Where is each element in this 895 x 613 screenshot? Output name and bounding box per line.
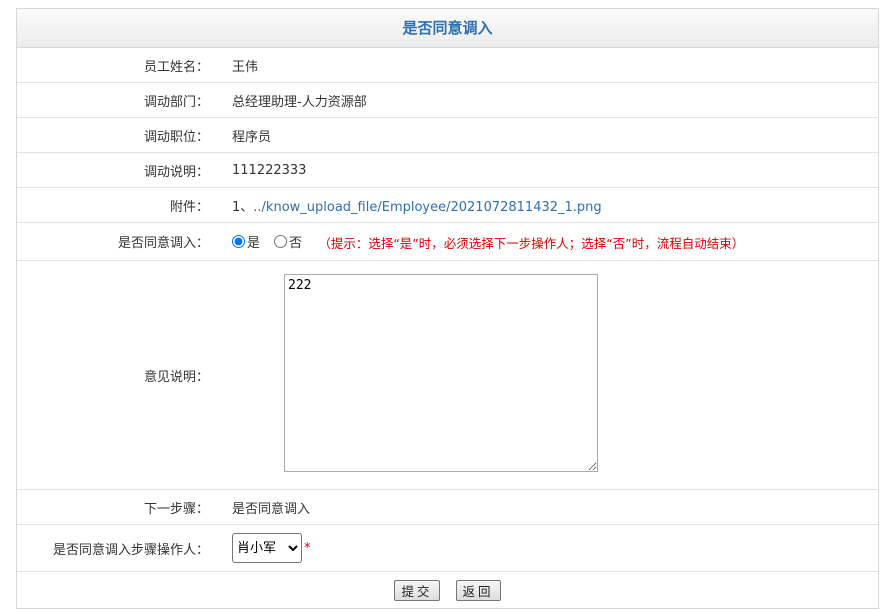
agree-no-option[interactable]: 否: [274, 232, 302, 251]
next-step-value: 是否同意调入: [232, 501, 311, 517]
row-next-step: 下一步骤： 是否同意调入: [17, 490, 878, 525]
transfer-dept-label: 调动部门：: [143, 94, 209, 110]
agree-label: 是否同意调入：: [117, 236, 209, 251]
agree-yes-radio[interactable]: [232, 234, 245, 248]
agree-yes-option[interactable]: 是: [232, 232, 260, 251]
operator-container: 肖小军 *: [217, 533, 878, 563]
transfer-form: 是否同意调入 员工姓名： 王伟 调动部门： 总经理助理-人力资源部 调动职位： …: [16, 8, 879, 609]
row-transfer-position: 调动职位： 程序员: [17, 118, 878, 153]
form-title: 是否同意调入: [17, 9, 878, 48]
row-employee-name: 员工姓名： 王伟: [17, 48, 878, 83]
submit-button[interactable]: 提交: [394, 579, 440, 601]
back-button[interactable]: 返回: [455, 579, 501, 601]
agree-options: 是 否 （提示：选择“是”时，必须选择下一步操作人；选择“否”时，流程自动结束）: [217, 232, 878, 252]
agree-hint: （提示：选择“是”时，必须选择下一步操作人；选择“否”时，流程自动结束）: [318, 235, 745, 251]
agree-no-radio[interactable]: [274, 234, 288, 248]
row-transfer-desc: 调动说明： 111222333: [17, 153, 878, 188]
row-agree: 是否同意调入： 是 否 （提示：选择“是”时，必须选择下一步操作人；选择“否”时…: [17, 223, 878, 261]
transfer-dept-value: 总经理助理-人力资源部: [232, 94, 367, 110]
required-mark: *: [304, 540, 311, 556]
employee-name-label: 员工姓名：: [143, 59, 209, 75]
button-row: 提交 返回: [17, 572, 878, 608]
agree-no-label: 否: [289, 235, 303, 251]
row-operator: 是否同意调入步骤操作人： 肖小军 *: [17, 525, 878, 572]
row-attachment: 附件： 1、../know_upload_file/Employee/20210…: [17, 188, 878, 223]
next-step-label: 下一步骤：: [143, 501, 209, 517]
attachment-label: 附件：: [169, 199, 209, 215]
transfer-desc-label: 调动说明：: [143, 164, 209, 180]
row-transfer-dept: 调动部门： 总经理助理-人力资源部: [17, 83, 878, 118]
agree-yes-label: 是: [247, 235, 261, 251]
transfer-position-label: 调动职位：: [143, 129, 209, 145]
attachment-index: 1、: [232, 199, 254, 215]
attachment-value: 1、../know_upload_file/Employee/202107281…: [217, 196, 878, 215]
attachment-link[interactable]: ../know_upload_file/Employee/20210728114…: [253, 200, 601, 215]
transfer-position-value: 程序员: [232, 129, 272, 145]
opinion-textarea[interactable]: 222: [284, 274, 598, 472]
operator-label: 是否同意调入步骤操作人：: [52, 542, 209, 558]
employee-name-value: 王伟: [232, 59, 259, 75]
transfer-desc-value: 111222333: [232, 162, 307, 178]
operator-select[interactable]: 肖小军: [232, 533, 302, 563]
opinion-container: 222: [217, 274, 878, 476]
opinion-label: 意见说明：: [143, 369, 209, 385]
row-opinion: 意见说明： 222: [17, 261, 878, 490]
